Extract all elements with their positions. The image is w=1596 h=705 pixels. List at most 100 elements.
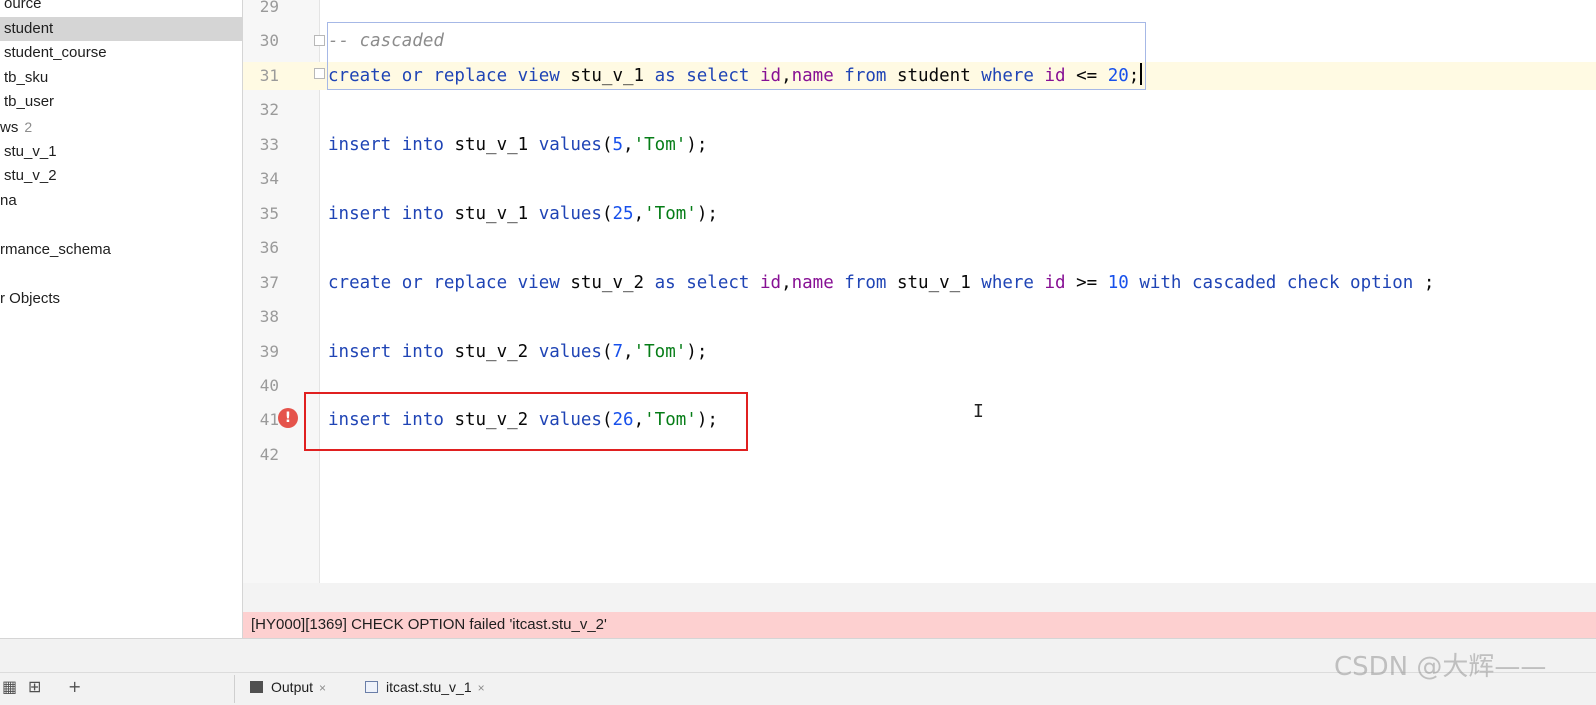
- line-number: 39: [259, 341, 279, 361]
- tree-item[interactable]: ource: [0, 0, 42, 16]
- tree-item[interactable]: r Objects: [0, 287, 60, 311]
- code-line[interactable]: 32: [243, 96, 1596, 124]
- code-token: from: [844, 272, 897, 293]
- code-line[interactable]: 42: [243, 441, 1596, 469]
- code-token: <=: [1076, 65, 1108, 86]
- code-token: where: [981, 65, 1045, 86]
- code-token: 7: [612, 341, 624, 362]
- code-token: as select: [654, 65, 760, 86]
- code-token: id: [1044, 65, 1077, 86]
- code-token: ,: [633, 410, 645, 431]
- code-token: (: [601, 203, 613, 224]
- tree-item-label: student: [4, 19, 54, 37]
- code-token: stu_v_1: [896, 272, 982, 293]
- tree-item[interactable]: student_course: [0, 41, 107, 65]
- tree-item[interactable]: student: [0, 16, 242, 41]
- code-line[interactable]: 33 insert into stu_v_1 values(5,'Tom');: [243, 131, 1596, 159]
- code-text: insert into stu_v_1 values(25,'Tom');: [328, 200, 718, 228]
- code-token: values: [538, 203, 602, 224]
- code-line[interactable]: 40: [243, 372, 1596, 400]
- code-token: name: [791, 65, 845, 86]
- code-line[interactable]: 41 insert into stu_v_2 values(26,'Tom');: [243, 406, 1596, 434]
- fold-icon[interactable]: [314, 68, 325, 79]
- code-token: );: [686, 341, 708, 362]
- error-message-text: [HY000][1369] CHECK OPTION failed 'itcas…: [251, 616, 607, 633]
- code-token: with cascaded check option: [1139, 272, 1424, 293]
- layout-icon[interactable]: ▦: [2, 677, 17, 696]
- error-circle-icon[interactable]: !: [278, 408, 298, 428]
- new-console-icon[interactable]: ⊞: [28, 677, 41, 696]
- tree-item[interactable]: na: [0, 189, 17, 213]
- line-number: 31: [259, 65, 279, 85]
- close-icon[interactable]: ×: [478, 681, 485, 695]
- code-text: insert into stu_v_1 values(5,'Tom');: [328, 131, 707, 159]
- code-token: ;: [1423, 272, 1435, 293]
- tab-output[interactable]: Output ×: [250, 679, 326, 695]
- code-line[interactable]: 37 create or replace view stu_v_2 as sele…: [243, 269, 1596, 297]
- code-token: as select: [654, 272, 760, 293]
- code-token: ,: [623, 134, 634, 155]
- code-token: ,: [623, 341, 634, 362]
- code-text: create or replace view stu_v_2 as select…: [328, 269, 1434, 297]
- tree-item[interactable]: tb_sku: [0, 66, 48, 90]
- code-line[interactable]: 31 create or replace view stu_v_1 as sele…: [243, 61, 1596, 90]
- code-token: values: [538, 410, 602, 431]
- code-line[interactable]: 34: [243, 165, 1596, 193]
- code-token: insert into: [328, 410, 455, 431]
- terminal-icon: [250, 681, 263, 693]
- tree-item[interactable]: tb_user: [0, 90, 54, 114]
- code-token: id: [1044, 272, 1077, 293]
- plus-icon[interactable]: +: [68, 677, 81, 696]
- line-number: 34: [259, 169, 279, 189]
- tree-item-label: tb_sku: [4, 68, 49, 86]
- code-token: 5: [612, 134, 624, 155]
- code-text: create or replace view stu_v_1 as select…: [328, 62, 1143, 90]
- tree-item[interactable]: stu_v_2: [0, 164, 57, 188]
- tab-table-label: itcast.stu_v_1: [386, 679, 472, 695]
- code-token: ,: [633, 203, 645, 224]
- tree-item-label: student_course: [4, 44, 107, 62]
- line-number: 41: [259, 410, 279, 430]
- tree-item-label: r Objects: [0, 290, 61, 308]
- database-tree-panel: ource student student_course tb_sku tb_user w…: [0, 0, 243, 638]
- tree-item[interactable]: ws 2: [0, 115, 32, 139]
- editor-scroll-area: [243, 583, 1596, 612]
- line-number: 36: [259, 238, 279, 258]
- line-number: 40: [259, 375, 279, 395]
- text-cursor-icon: I: [973, 401, 984, 422]
- tree-item-label: rmance_schema: [0, 241, 111, 258]
- code-line[interactable]: 35 insert into stu_v_1 values(25,'Tom');: [243, 200, 1596, 228]
- line-number: 33: [259, 134, 279, 154]
- sql-editor[interactable]: 29 30 -- cascaded 31 create or replace view …: [243, 0, 1596, 583]
- code-token: stu_v_2: [570, 272, 655, 293]
- code-token: ,: [781, 272, 792, 293]
- code-line[interactable]: 29: [243, 0, 1596, 21]
- fold-icon[interactable]: [314, 35, 325, 46]
- line-number: 30: [259, 31, 279, 51]
- code-token: (: [601, 134, 613, 155]
- code-token: insert into: [328, 341, 455, 362]
- tab-table-result[interactable]: itcast.stu_v_1 ×: [365, 679, 485, 695]
- code-text: insert into stu_v_2 values(7,'Tom');: [328, 338, 707, 366]
- code-token: name: [791, 272, 845, 293]
- tree-item[interactable]: rmance_schema: [0, 238, 111, 262]
- code-line[interactable]: 30 -- cascaded: [243, 27, 1596, 55]
- tree-item-label: stu_v_1: [4, 142, 57, 160]
- code-token: student: [896, 65, 982, 86]
- line-number: 38: [259, 307, 279, 327]
- close-icon[interactable]: ×: [319, 681, 326, 695]
- code-token: 'Tom': [633, 134, 687, 155]
- code-line[interactable]: 39 insert into stu_v_2 values(7,'Tom');: [243, 338, 1596, 366]
- error-message-bar: [HY000][1369] CHECK OPTION failed 'itcas…: [243, 612, 1596, 638]
- code-token: insert into: [328, 203, 455, 224]
- code-token: from: [844, 65, 897, 86]
- code-line[interactable]: 38: [243, 303, 1596, 331]
- tree-item[interactable]: stu_v_1: [0, 140, 57, 164]
- code-token: 'Tom': [644, 203, 697, 224]
- code-token: 20: [1107, 65, 1129, 86]
- code-line[interactable]: 36: [243, 234, 1596, 262]
- code-token: 10: [1107, 272, 1140, 293]
- code-token: insert into: [328, 134, 455, 155]
- code-token: );: [686, 134, 708, 155]
- code-token: stu_v_1: [454, 134, 539, 155]
